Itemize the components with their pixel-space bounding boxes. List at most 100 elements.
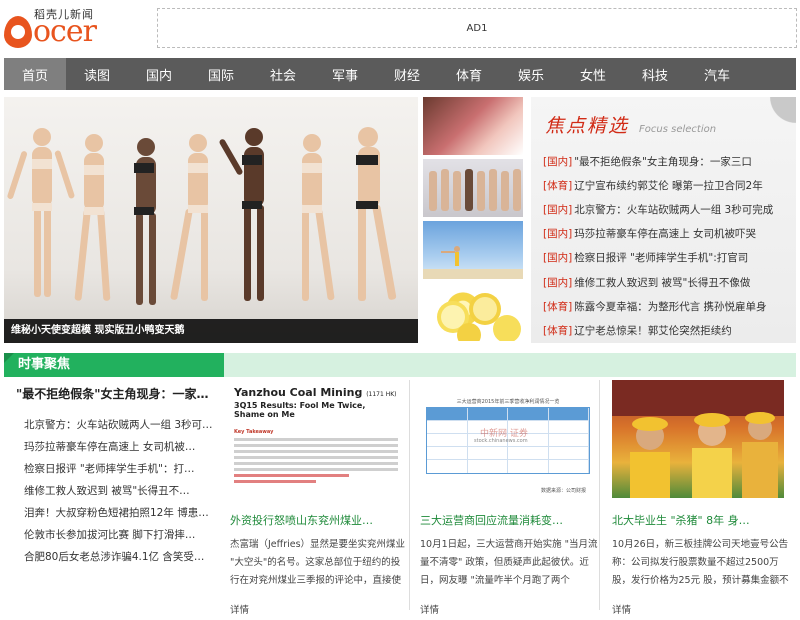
photo-thumbnail[interactable]	[612, 380, 784, 498]
thumbnail-lemons	[423, 283, 523, 341]
category-tag[interactable]: [体育]	[543, 323, 572, 338]
focus-item[interactable]: [体育]陈露今夏幸福：为整形代言 携孙悦雇单身	[543, 294, 793, 318]
focus-item[interactable]: [国内]"最不拒绝假条"女主角现身：一家三口	[543, 149, 793, 173]
focus-link[interactable]: 辽宁宣布续约郭艾伦 曝第一拉卫合同2年	[574, 178, 763, 193]
nav-item-tech[interactable]: 科技	[624, 58, 686, 90]
thumbnail-1[interactable]	[423, 97, 523, 155]
section-title: 时事聚焦	[4, 353, 224, 377]
report-subtitle: 3Q15 Results: Fool Me Twice, Shame on Me	[234, 401, 398, 419]
category-tag[interactable]: [国内]	[543, 226, 572, 241]
table-source: 数据来源：公司财报	[541, 487, 586, 494]
section-bar: 时事聚焦	[4, 353, 796, 377]
focus-list: [国内]"最不拒绝假条"女主角现身：一家三口 [体育]辽宁宣布续约郭艾伦 曝第一…	[543, 149, 793, 343]
report-text-lines	[234, 438, 398, 483]
category-tag[interactable]: [体育]	[543, 178, 572, 193]
category-tag[interactable]: [国内]	[543, 154, 572, 169]
model-figure	[74, 134, 110, 301]
thumbnail-beach-figure	[423, 221, 523, 279]
focus-item[interactable]: [国内]玛莎拉蒂豪车停在高速上 女司机被吓哭	[543, 222, 793, 246]
news-headline[interactable]: "最不拒绝假条"女主角现身：一家…	[16, 385, 224, 402]
list-item[interactable]: 合肥80后女老总涉诈骗4.1亿 含笑受…	[24, 546, 224, 568]
logo-d-icon	[4, 16, 32, 48]
category-tag[interactable]: [国内]	[543, 202, 572, 217]
site-logo[interactable]: 稻壳儿新闻 ocer	[4, 6, 134, 52]
logo-text: ocer	[33, 16, 96, 48]
model-figure	[358, 127, 397, 301]
thumbnail-2[interactable]	[423, 159, 523, 217]
report-thumbnail[interactable]: Yanzhou Coal Mining (1171 HK) 3Q15 Resul…	[230, 380, 402, 498]
category-tag[interactable]: [国内]	[543, 275, 572, 290]
thumbnail-3[interactable]	[423, 221, 523, 279]
logo-wordmark: ocer	[4, 16, 96, 48]
nav-item-women[interactable]: 女性	[562, 58, 624, 90]
focus-item[interactable]: [体育]辽宁宣布续约郭艾伦 曝第一拉卫合同2年	[543, 173, 793, 197]
card-title[interactable]: 北大毕业生 "杀猪" 8年 身…	[612, 512, 792, 528]
card-summary: 杰富瑞（Jeffries）显然是要坐实兖州煤业 "大空头"的名号。这家总部位于纽…	[230, 536, 409, 590]
nav-item-entertainment[interactable]: 娱乐	[500, 58, 562, 90]
thumbnail-figures	[423, 159, 523, 217]
focus-item[interactable]: [国内]检察日报评 "老师摔学生手机":打官司	[543, 246, 793, 270]
main-nav: 首页 读图 国内 国际 社会 军事 财经 体育 娱乐 女性 科技 汽车	[4, 58, 796, 90]
focus-item[interactable]: [国内]北京警方：火车站砍贼两人一组 3秒可完成	[543, 197, 793, 221]
thumbnail-4[interactable]	[423, 283, 523, 341]
table-thumbnail[interactable]: 三大运营商2015年前三季营收净利润情况一览 中新网 证券 stock.chin…	[420, 380, 592, 498]
nav-item-military[interactable]: 军事	[314, 58, 376, 90]
model-figure	[7, 128, 76, 297]
list-item[interactable]: 玛莎拉蒂豪车停在高速上 女司机被…	[24, 436, 224, 458]
ad-banner[interactable]: AD1	[157, 8, 797, 48]
nav-item-society[interactable]: 社会	[252, 58, 314, 90]
watermark-url: stock.chinanews.com	[474, 438, 528, 444]
report-title: Yanzhou Coal Mining (1171 HK)	[234, 386, 398, 399]
news-list: "最不拒绝假条"女主角现身：一家… 北京警方：火车站砍贼两人一组 3秒可… 玛莎…	[4, 385, 224, 568]
model-figure	[302, 134, 335, 301]
details-link[interactable]: 详情	[230, 602, 409, 616]
card-title[interactable]: 外资投行怒喷山东兖州煤业…	[230, 512, 409, 528]
focus-selection-panel: 焦点精选 Focus selection [国内]"最不拒绝假条"女主角现身：一…	[531, 97, 796, 343]
list-item[interactable]: 北京警方：火车站砍贼两人一组 3秒可…	[24, 414, 224, 436]
focus-link[interactable]: 陈露今夏幸福：为整形代言 携孙悦雇单身	[574, 299, 766, 314]
focus-link[interactable]: 玛莎拉蒂豪车停在高速上 女司机被吓哭	[574, 226, 756, 241]
hero-image	[4, 97, 418, 343]
news-card-carriers: 三大运营商2015年前三季营收净利润情况一览 中新网 证券 stock.chin…	[420, 380, 600, 610]
slide-thumbnails	[423, 97, 525, 345]
focus-item[interactable]: [国内]维修工救人致迟到 被骂"长得丑不像做	[543, 270, 793, 294]
focus-link[interactable]: "最不拒绝假条"女主角现身：一家三口	[574, 154, 752, 169]
card-summary: 10月26日，新三板挂牌公司天地壹号公告称：公司拟发行股票数量不超过2500万股…	[612, 536, 792, 590]
table-title: 三大运营商2015年前三季营收净利润情况一览	[426, 398, 590, 405]
details-link[interactable]: 详情	[420, 602, 599, 616]
nav-item-sports[interactable]: 体育	[438, 58, 500, 90]
report-key-label: Key Takeaway	[234, 429, 398, 435]
list-item[interactable]: 伦敦市长参加拔河比赛 脚下打滑摔…	[24, 524, 224, 546]
people-photo	[612, 380, 784, 498]
nav-item-international[interactable]: 国际	[190, 58, 252, 90]
focus-item[interactable]: [体育]辽宁老总惊呆！郭艾伦突然拒续约	[543, 318, 793, 342]
card-summary: 10月1日起，三大运营商开始实施 "当月流量不清零" 政策，但质疑声此起彼伏。近…	[420, 536, 599, 590]
nav-item-finance[interactable]: 财经	[376, 58, 438, 90]
focus-title: 焦点精选	[545, 111, 629, 138]
list-item[interactable]: 维修工救人致迟到 被骂"长得丑不…	[24, 480, 224, 502]
list-item[interactable]: 检察日报评 "老师摔学生手机"：打…	[24, 458, 224, 480]
decorative-corner	[736, 97, 796, 157]
focus-header: 焦点精选 Focus selection	[545, 111, 716, 138]
nav-item-domestic[interactable]: 国内	[128, 58, 190, 90]
focus-link[interactable]: 检察日报评 "老师摔学生手机":打官司	[574, 250, 748, 265]
model-figure	[218, 128, 264, 301]
nav-item-photos[interactable]: 读图	[66, 58, 128, 90]
focus-link[interactable]: 辽宁老总惊呆！郭艾伦突然拒续约	[574, 323, 732, 338]
nav-item-auto[interactable]: 汽车	[686, 58, 748, 90]
category-tag[interactable]: [国内]	[543, 250, 572, 265]
hero-slide[interactable]: 维秘小天使变超模 现实版丑小鸭变天鹅	[4, 97, 418, 343]
category-tag[interactable]: [体育]	[543, 299, 572, 314]
focus-subtitle: Focus selection	[639, 124, 716, 135]
news-card-graduate: 北大毕业生 "杀猪" 8年 身… 10月26日，新三板挂牌公司天地壹号公告称：公…	[612, 380, 792, 610]
model-figure	[170, 134, 208, 301]
news-card-yanzhou: Yanzhou Coal Mining (1171 HK) 3Q15 Resul…	[230, 380, 410, 610]
list-item[interactable]: 泪奔！大叔穿粉色短裙拍照12年 博患…	[24, 502, 224, 524]
ad-label: AD1	[467, 23, 488, 34]
details-link[interactable]: 详情	[612, 602, 792, 616]
focus-link[interactable]: 北京警方：火车站砍贼两人一组 3秒可完成	[574, 202, 773, 217]
nav-item-home[interactable]: 首页	[4, 58, 66, 90]
hero-caption[interactable]: 维秘小天使变超模 现实版丑小鸭变天鹅	[4, 319, 418, 343]
focus-link[interactable]: 维修工救人致迟到 被骂"长得丑不像做	[574, 275, 750, 290]
card-title[interactable]: 三大运营商回应流量消耗变…	[420, 512, 599, 528]
